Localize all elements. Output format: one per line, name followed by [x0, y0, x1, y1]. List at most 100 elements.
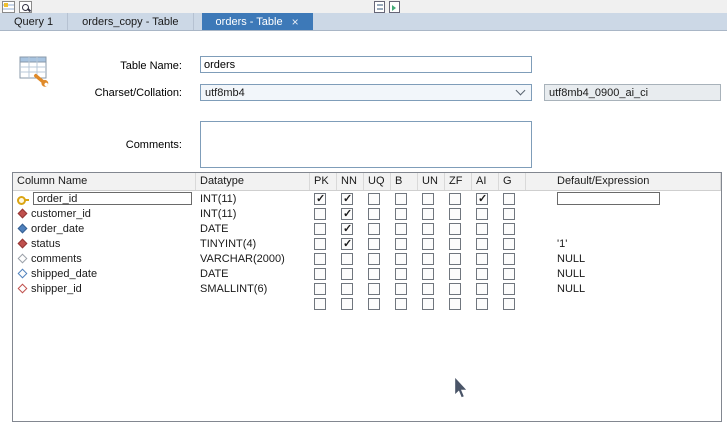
checkbox-zf[interactable] — [449, 267, 461, 280]
checkbox-uq[interactable] — [368, 207, 380, 220]
checkbox-uq[interactable] — [368, 282, 380, 295]
flag-cell — [310, 281, 337, 296]
checkbox-un[interactable] — [422, 297, 434, 310]
checkbox-uq[interactable] — [368, 297, 380, 310]
checkbox-b[interactable] — [395, 207, 407, 220]
search-icon[interactable] — [19, 0, 32, 13]
charset-select[interactable]: utf8mb4 — [200, 84, 532, 101]
checkbox-uq[interactable] — [368, 252, 380, 265]
checkbox-un[interactable] — [422, 267, 434, 280]
checkbox-g[interactable] — [503, 192, 515, 205]
column-name-editor[interactable]: order_id — [33, 192, 192, 205]
tab-query-1[interactable]: Query 1 — [0, 13, 69, 30]
checkbox-pk[interactable] — [314, 282, 326, 295]
checkbox-zf[interactable] — [449, 192, 461, 205]
default-value: NULL — [557, 267, 586, 280]
checkbox-b[interactable] — [395, 282, 407, 295]
checkbox-zf[interactable] — [449, 297, 461, 310]
checkbox-pk[interactable] — [314, 267, 326, 280]
checkbox-nn[interactable] — [341, 297, 353, 310]
checkbox-nn[interactable] — [341, 192, 353, 205]
checkbox-zf[interactable] — [449, 222, 461, 235]
checkbox-nn[interactable] — [341, 252, 353, 265]
tab-orders-table[interactable]: orders - Table × — [201, 13, 313, 30]
checkbox-uq[interactable] — [368, 222, 380, 235]
checkbox-zf[interactable] — [449, 282, 461, 295]
checkbox-ai[interactable] — [476, 237, 488, 250]
tab-orders-copy-table[interactable]: orders_copy - Table — [68, 13, 194, 30]
checkbox-ai[interactable] — [476, 207, 488, 220]
checkbox-ai[interactable] — [476, 252, 488, 265]
checkbox-un[interactable] — [422, 222, 434, 235]
checkbox-g[interactable] — [503, 237, 515, 250]
checkbox-un[interactable] — [422, 252, 434, 265]
table-row[interactable]: shipper_id SMALLINT(6) NULL — [13, 281, 721, 296]
table-row[interactable]: customer_id INT(11) — [13, 206, 721, 221]
checkbox-b[interactable] — [395, 267, 407, 280]
checkbox-pk[interactable] — [314, 192, 326, 205]
table-row[interactable]: order_date DATE — [13, 221, 721, 236]
checkbox-nn[interactable] — [341, 207, 353, 220]
checkbox-g[interactable] — [503, 297, 515, 310]
checkbox-nn[interactable] — [341, 267, 353, 280]
checkbox-pk[interactable] — [314, 237, 326, 250]
checkbox-b[interactable] — [395, 237, 407, 250]
checkbox-ai[interactable] — [476, 192, 488, 205]
flag-cell — [472, 191, 499, 206]
checkbox-uq[interactable] — [368, 192, 380, 205]
table-row[interactable] — [13, 296, 721, 311]
checkbox-un[interactable] — [422, 282, 434, 295]
table-row[interactable]: comments VARCHAR(2000) NULL — [13, 251, 721, 266]
flag-cell — [310, 206, 337, 221]
checkbox-pk[interactable] — [314, 207, 326, 220]
checkbox-ai[interactable] — [476, 222, 488, 235]
checkbox-uq[interactable] — [368, 237, 380, 250]
table-row[interactable]: order_id INT(11) — [13, 191, 721, 206]
checkbox-g[interactable] — [503, 267, 515, 280]
flag-cell — [418, 206, 445, 221]
default-value: NULL — [557, 282, 586, 295]
charset-label: Charset/Collation: — [94, 87, 182, 99]
checkbox-pk[interactable] — [314, 222, 326, 235]
checkbox-nn[interactable] — [341, 237, 353, 250]
tab-close-icon[interactable]: × — [292, 16, 299, 28]
checkbox-b[interactable] — [395, 252, 407, 265]
checkbox-zf[interactable] — [449, 207, 461, 220]
default-cell: '1' — [526, 236, 721, 251]
flag-cell — [472, 251, 499, 266]
flag-cell — [499, 236, 526, 251]
checkbox-un[interactable] — [422, 237, 434, 250]
flag-cell — [445, 221, 472, 236]
checkbox-ai[interactable] — [476, 297, 488, 310]
checkbox-g[interactable] — [503, 252, 515, 265]
checkbox-nn[interactable] — [341, 282, 353, 295]
checkbox-g[interactable] — [503, 282, 515, 295]
checkbox-b[interactable] — [395, 297, 407, 310]
checkbox-ai[interactable] — [476, 282, 488, 295]
checkbox-zf[interactable] — [449, 252, 461, 265]
checkbox-g[interactable] — [503, 207, 515, 220]
checkbox-zf[interactable] — [449, 237, 461, 250]
checkbox-b[interactable] — [395, 192, 407, 205]
checkbox-un[interactable] — [422, 192, 434, 205]
checkbox-un[interactable] — [422, 207, 434, 220]
checkbox-ai[interactable] — [476, 267, 488, 280]
import-icon[interactable] — [389, 0, 400, 13]
checkbox-pk[interactable] — [314, 252, 326, 265]
flag-cell — [364, 191, 391, 206]
table-row[interactable]: status TINYINT(4) '1' — [13, 236, 721, 251]
table-name-input[interactable] — [200, 56, 532, 73]
checkbox-nn[interactable] — [341, 222, 353, 235]
table-row[interactable]: shipped_date DATE NULL — [13, 266, 721, 281]
checkbox-uq[interactable] — [368, 267, 380, 280]
flag-cell — [445, 281, 472, 296]
checkbox-b[interactable] — [395, 222, 407, 235]
collation-select[interactable]: utf8mb4_0900_ai_ci — [544, 84, 721, 101]
checkbox-g[interactable] — [503, 222, 515, 235]
default-expression-input[interactable] — [557, 192, 660, 205]
column-name-cell: comments — [13, 251, 196, 266]
table-grid-icon[interactable] — [2, 0, 15, 13]
checkbox-pk[interactable] — [314, 297, 326, 310]
comments-input[interactable] — [200, 121, 532, 168]
export-icon[interactable] — [374, 0, 385, 13]
